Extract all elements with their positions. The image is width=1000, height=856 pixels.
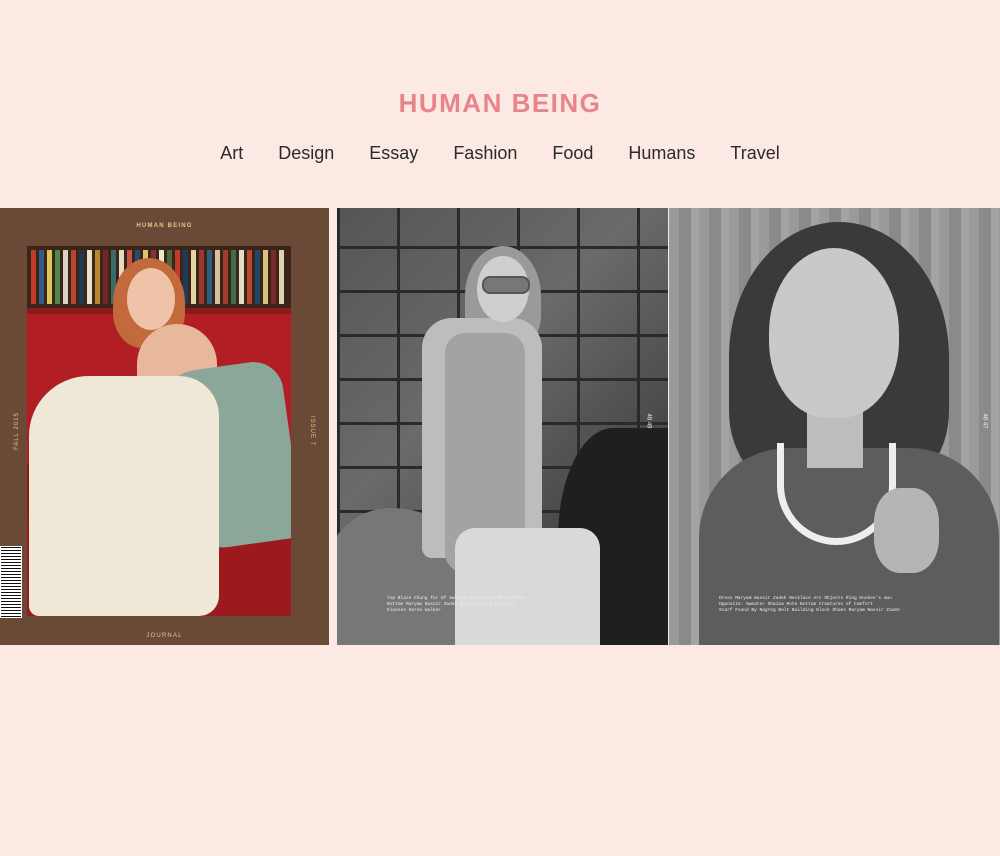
magazine-cover-image[interactable]: HUMAN BEING FALL 2015 ISSUE 7 JOURNAL — [0, 208, 329, 645]
nav-link-design[interactable]: Design — [278, 143, 334, 164]
fashion-credit: Dress Maryam Nassir Zadeh Necklace Arc O… — [719, 596, 900, 613]
barcode — [0, 546, 22, 618]
model-trousers — [455, 528, 600, 645]
page-number: 46 47 — [981, 413, 988, 429]
site-logo[interactable]: HUMAN BEING — [0, 88, 1000, 119]
nav-link-fashion[interactable]: Fashion — [453, 143, 517, 164]
page-number: 48 49 — [645, 413, 652, 429]
model-hand — [874, 488, 939, 573]
model-face — [127, 268, 175, 330]
cover-masthead: HUMAN BEING — [136, 223, 193, 229]
cover-footer: JOURNAL — [146, 633, 183, 639]
nav-link-essay[interactable]: Essay — [369, 143, 418, 164]
nav-link-travel[interactable]: Travel — [730, 143, 779, 164]
cover-photo — [27, 246, 291, 616]
nav-link-humans[interactable]: Humans — [628, 143, 695, 164]
nav-link-food[interactable]: Food — [552, 143, 593, 164]
image-gallery: HUMAN BEING FALL 2015 ISSUE 7 JOURNAL 48… — [0, 208, 1000, 645]
editorial-photo-stone-wall[interactable]: 48 49 Top Blaze Chung for Of Sweater Cre… — [337, 208, 668, 645]
cover-issue: ISSUE 7 — [308, 415, 315, 447]
nav-link-art[interactable]: Art — [220, 143, 243, 164]
sunglasses — [482, 276, 530, 294]
editorial-photo-portrait[interactable]: 46 47 Dress Maryam Nassir Zadeh Necklace… — [669, 208, 1000, 645]
fashion-credit: Top Blaze Chung for Of Sweater Creatures… — [387, 596, 525, 613]
model-face — [769, 248, 899, 418]
model-robe — [29, 376, 219, 616]
main-nav: Art Design Essay Fashion Food Humans Tra… — [0, 143, 1000, 164]
cover-season: FALL 2015 — [13, 412, 20, 450]
